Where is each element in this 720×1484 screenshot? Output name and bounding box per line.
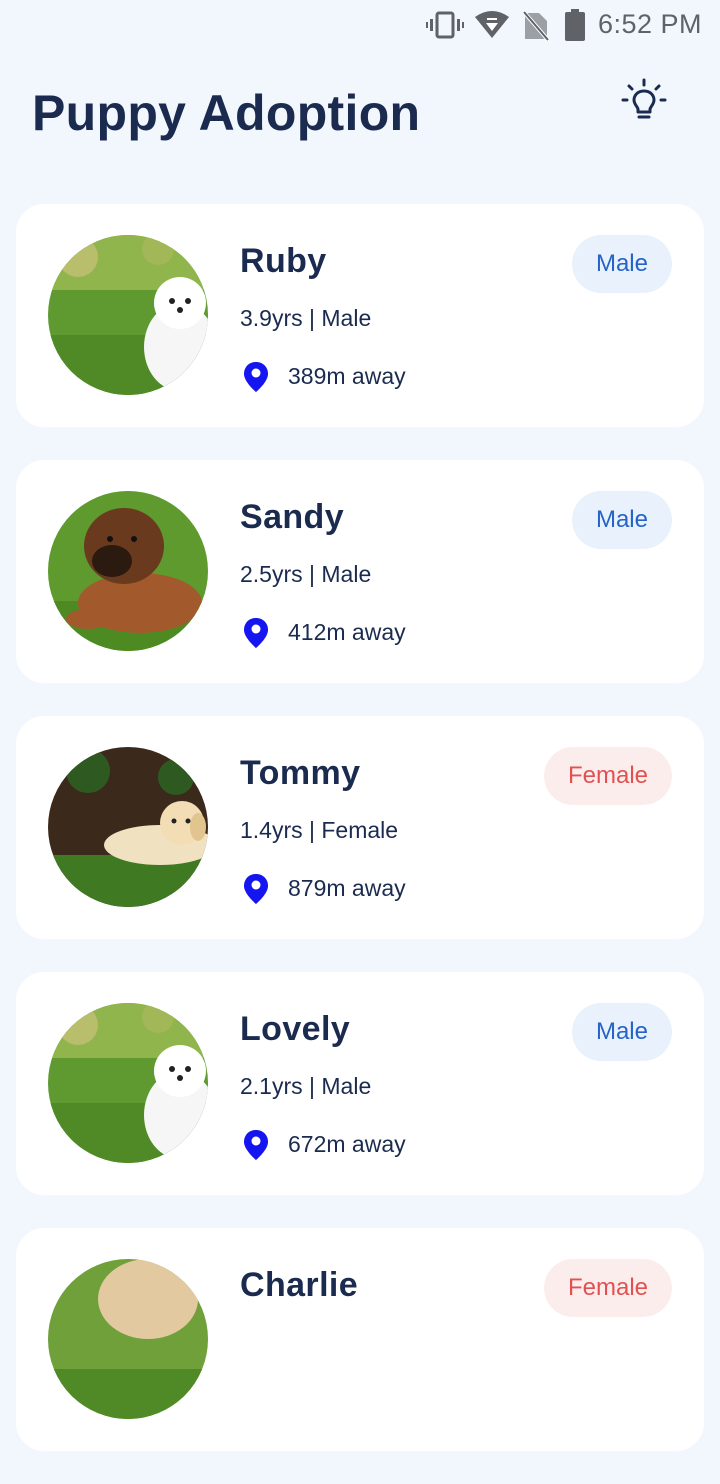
lightbulb-icon: [621, 78, 667, 119]
gender-badge[interactable]: Female: [543, 747, 672, 805]
status-time: 6:52 PM: [597, 9, 702, 39]
puppy-distance: 389m away: [288, 363, 406, 389]
location-pin-icon: [244, 874, 268, 904]
puppy-name: Sandy: [240, 498, 345, 536]
puppy-photo: [48, 235, 208, 395]
puppy-age-gender: 3.9yrs | Male: [240, 305, 372, 331]
puppy-list: Ruby 3.9yrs | Male 389m away Male Sandy …: [16, 204, 704, 1484]
no-sim-icon: [523, 9, 549, 41]
puppy-card[interactable]: Ruby 3.9yrs | Male 389m away Male: [16, 204, 704, 427]
gender-badge[interactable]: Male: [571, 235, 672, 293]
puppy-card[interactable]: Lovely 2.1yrs | Male 672m away Male: [16, 972, 704, 1195]
puppy-age-gender: 1.4yrs | Female: [240, 817, 399, 843]
puppy-name: Charlie: [240, 1266, 359, 1304]
location-pin-icon: [244, 618, 268, 648]
vibrate-icon: [426, 11, 464, 39]
puppy-distance: 412m away: [288, 619, 406, 645]
puppy-photo: [48, 491, 208, 651]
gender-badge[interactable]: Male: [571, 491, 672, 549]
location-pin-icon: [244, 362, 268, 392]
puppy-name: Lovely: [240, 1010, 351, 1048]
puppy-name: Ruby: [240, 242, 327, 280]
puppy-distance: 672m away: [288, 1131, 406, 1157]
puppy-card[interactable]: Charlie Female: [16, 1228, 704, 1451]
puppy-name: Tommy: [240, 754, 361, 792]
wifi-icon: [475, 11, 509, 38]
theme-toggle-button[interactable]: [620, 78, 668, 126]
page-title: Puppy Adoption: [32, 85, 421, 141]
gender-badge[interactable]: Female: [543, 1259, 672, 1317]
status-bar: 6:52 PM: [0, 0, 720, 50]
puppy-age-gender: 2.5yrs | Male: [240, 561, 372, 587]
puppy-card[interactable]: Sandy 2.5yrs | Male 412m away Male: [16, 460, 704, 683]
puppy-age-gender: 2.1yrs | Male: [240, 1073, 372, 1099]
location-pin-icon: [244, 1130, 268, 1160]
puppy-distance: 879m away: [288, 875, 406, 901]
gender-badge[interactable]: Male: [571, 1003, 672, 1061]
puppy-photo: [48, 1003, 208, 1163]
battery-icon: [565, 9, 585, 41]
puppy-photo: [48, 747, 208, 907]
puppy-photo: [48, 1259, 208, 1419]
puppy-card[interactable]: Tommy 1.4yrs | Female 879m away Female: [16, 716, 704, 939]
